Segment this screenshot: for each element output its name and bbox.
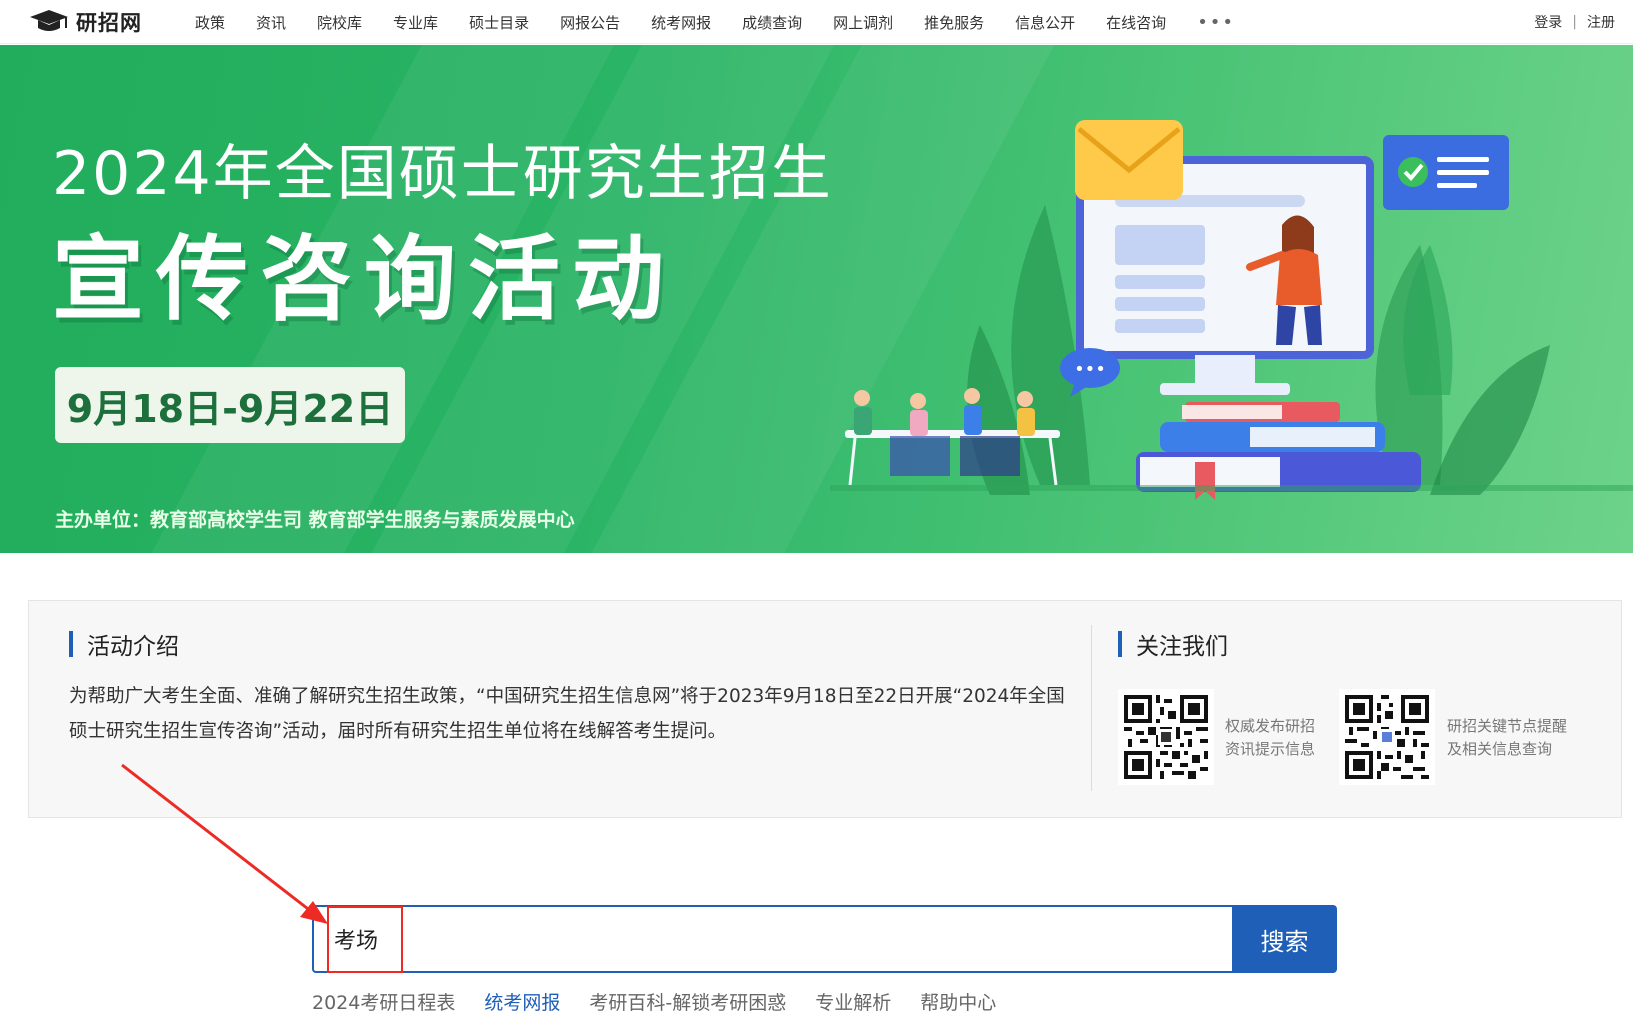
banner-subtitle: 2024年全国硕士研究生招生 [52, 139, 833, 209]
nav-item-registration-notice[interactable]: 网报公告 [560, 12, 620, 33]
qr2-caption-line1: 研招关键节点提醒 [1447, 717, 1568, 735]
student-head [1017, 391, 1033, 407]
quick-link-schedule[interactable]: 2024考研日程表 [312, 988, 455, 1015]
intro-paragraph: 为帮助广大考生全面、准确了解研究生招生政策，“中国研究生招生信息网”将于2023… [69, 686, 1065, 742]
nav-item-school-library[interactable]: 院校库 [317, 12, 362, 33]
monitor-stand [1160, 383, 1290, 395]
nav-item-policy[interactable]: 政策 [195, 12, 225, 33]
banner-title: 宣传咨询活动 [52, 226, 677, 333]
search-button[interactable]: 搜索 [1232, 905, 1337, 973]
heading-accent-bar [1118, 631, 1122, 657]
follow-heading: 关注我们 [1118, 627, 1228, 661]
checkmark-icon [1398, 157, 1428, 187]
qr1-caption-line2: 资讯提示信息 [1225, 740, 1316, 758]
intro-heading: 活动介绍 [69, 627, 179, 661]
nav-item-exam-registration[interactable]: 统考网报 [651, 12, 711, 33]
banner-organizer: 主办单位：教育部高校学生司 教育部学生服务与素质发展中心 [55, 509, 575, 531]
logo-text: 研招网 [76, 10, 142, 35]
qr2-caption-line2: 及相关信息查询 [1447, 740, 1553, 758]
nav-more-icon[interactable]: ••• [1197, 12, 1235, 33]
graduation-cap-icon [30, 10, 68, 31]
qr-code-icon [1345, 695, 1429, 779]
nav-item-major-library[interactable]: 专业库 [393, 12, 438, 33]
follow-heading-text: 关注我们 [1136, 634, 1228, 660]
nav-item-online-adjustment[interactable]: 网上调剂 [833, 12, 893, 33]
qr1-caption-line1: 权威发布研招 [1225, 717, 1316, 735]
nav-item-score-query[interactable]: 成绩查询 [742, 12, 802, 33]
nav-item-info-disclosure[interactable]: 信息公开 [1015, 12, 1075, 33]
panel-divider [1091, 625, 1092, 791]
intro-heading-text: 活动介绍 [87, 634, 179, 660]
login-link[interactable]: 登录 [1534, 12, 1562, 32]
quick-link-major-analysis[interactable]: 专业解析 [815, 988, 891, 1015]
student-head [910, 393, 926, 409]
heading-accent-bar [69, 631, 73, 657]
student-head [854, 390, 870, 406]
qr2-caption: 研招关键节点提醒 及相关信息查询 [1447, 715, 1567, 761]
search-input[interactable] [312, 905, 1232, 973]
top-navigation-bar: 研招网 政策 资讯 院校库 专业库 硕士目录 网报公告 统考网报 成绩查询 网上… [0, 0, 1633, 44]
quick-link-help-center[interactable]: 帮助中心 [920, 988, 996, 1015]
qr-code-app [1339, 689, 1435, 785]
quick-link-exam-registration[interactable]: 统考网报 [484, 988, 560, 1015]
auth-separator: | [1572, 14, 1577, 30]
search-bar: 搜索 [312, 905, 1337, 973]
qr1-caption: 权威发布研招 资讯提示信息 [1225, 715, 1315, 761]
envelope-icon [1075, 120, 1183, 200]
nav-item-recommendation[interactable]: 推免服务 [924, 12, 984, 33]
main-nav: 政策 资讯 院校库 专业库 硕士目录 网报公告 统考网报 成绩查询 网上调剂 推… [195, 0, 1235, 44]
student-head [964, 388, 980, 404]
nav-item-online-consult[interactable]: 在线咨询 [1106, 12, 1166, 33]
banner-date-badge: 9月18日-9月22日 [55, 367, 405, 443]
checklist-card [1383, 135, 1509, 210]
svg-text:•••: ••• [1074, 359, 1106, 380]
qr-code-icon [1124, 695, 1208, 779]
quick-link-encyclopedia[interactable]: 考研百科-解锁考研困惑 [589, 988, 786, 1015]
qr-code-wechat [1118, 689, 1214, 785]
auth-links: 登录 | 注册 [1534, 0, 1615, 44]
nav-item-news[interactable]: 资讯 [256, 12, 286, 33]
promo-banner[interactable]: 2024年全国硕士研究生招生 宣传咨询活动 9月18日-9月22日 主办单位：教… [0, 45, 1633, 553]
quick-links: 2024考研日程表 统考网报 考研百科-解锁考研困惑 专业解析 帮助中心 [312, 988, 1025, 1015]
activity-info-panel: 活动介绍 为帮助广大考生全面、准确了解研究生招生政策，“中国研究生招生信息网”将… [28, 600, 1622, 818]
register-link[interactable]: 注册 [1587, 12, 1615, 32]
site-logo[interactable]: 研招网 [28, 4, 142, 40]
nav-item-master-catalog[interactable]: 硕士目录 [469, 12, 529, 33]
banner-illustration: ••• [830, 120, 1633, 500]
